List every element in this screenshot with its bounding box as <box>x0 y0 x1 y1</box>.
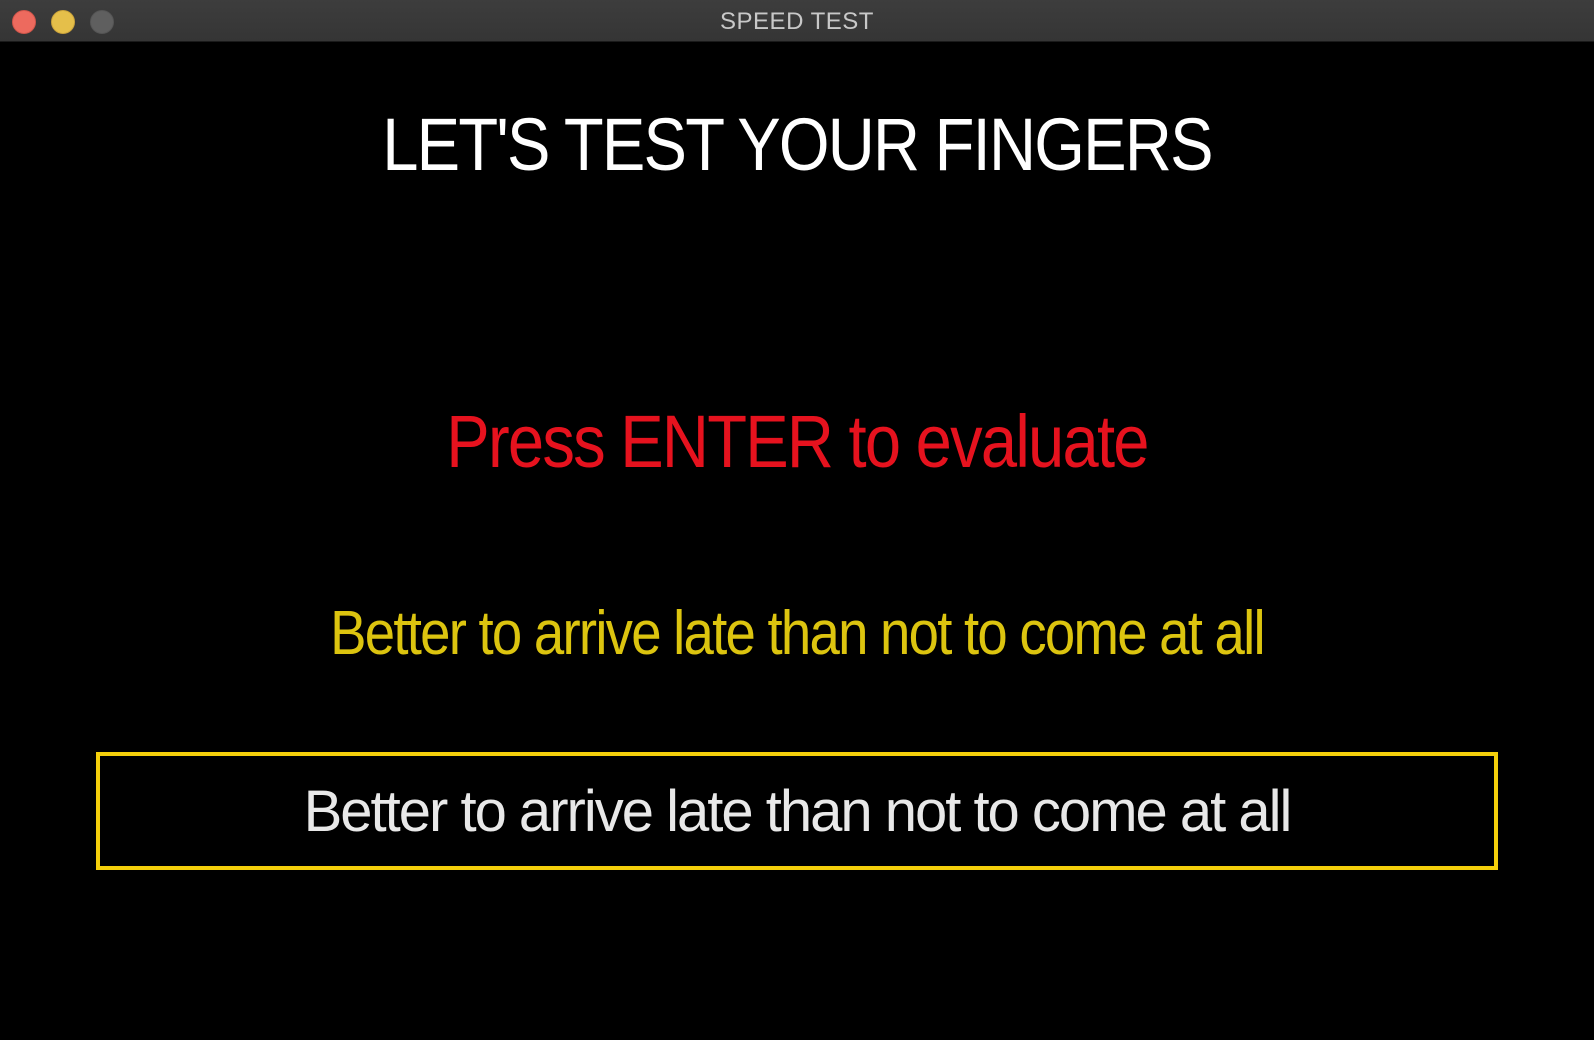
evaluate-prompt: Press ENTER to evaluate <box>446 400 1149 483</box>
typing-input[interactable] <box>100 756 1494 866</box>
typing-box[interactable] <box>96 752 1498 870</box>
target-sentence: Better to arrive late than not to come a… <box>330 599 1265 668</box>
window-title: SPEED TEST <box>720 8 874 35</box>
title-bar[interactable]: SPEED TEST <box>0 0 1594 42</box>
app-window: SPEED TEST LET'S TEST YOUR FINGERS Press… <box>0 0 1594 1040</box>
page-heading: LET'S TEST YOUR FINGERS <box>382 103 1213 186</box>
main-content: LET'S TEST YOUR FINGERS Press ENTER to e… <box>0 42 1594 1040</box>
